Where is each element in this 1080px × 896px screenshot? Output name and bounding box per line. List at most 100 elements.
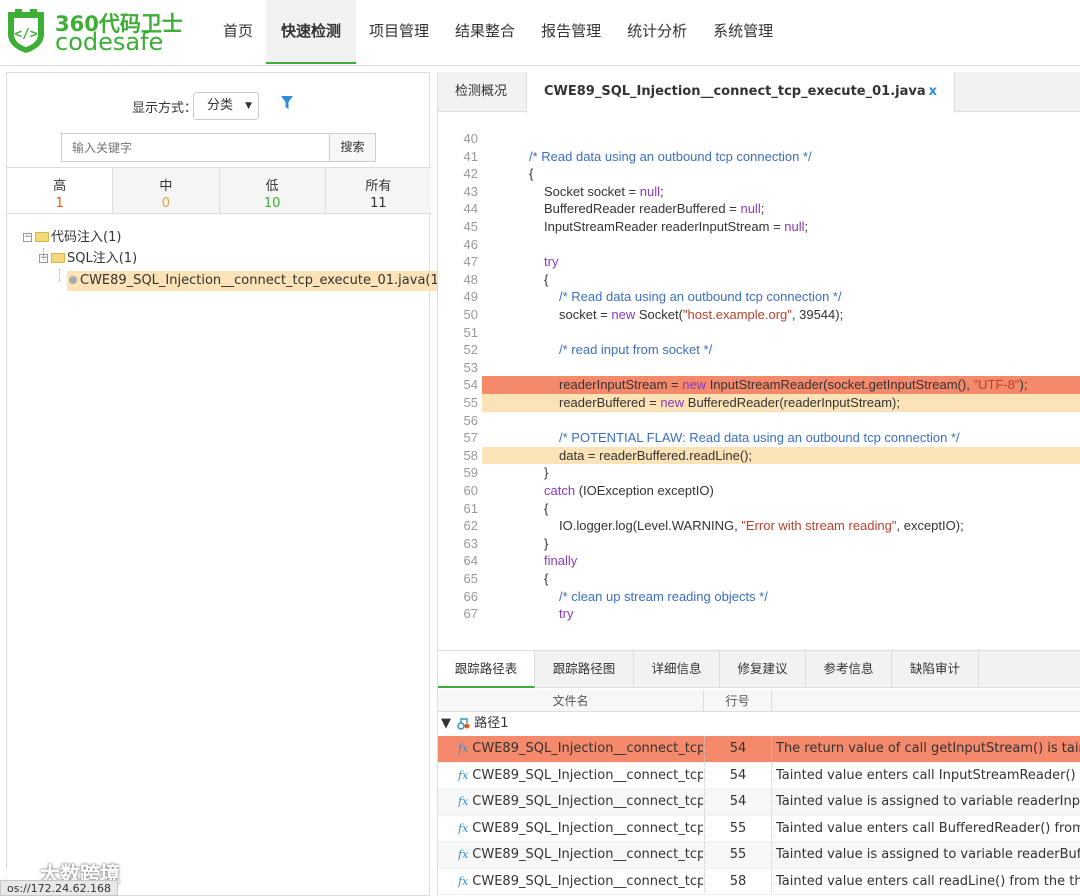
code-line: 46 [450, 236, 1080, 254]
code-line: 61 { [450, 500, 1080, 518]
collapse-toggle-icon[interactable]: − [39, 254, 48, 263]
collapse-toggle-icon[interactable]: − [23, 233, 32, 242]
severity-medium-label: 中 [159, 179, 173, 194]
search-bar: 搜索 [61, 133, 376, 162]
nav-projects[interactable]: 项目管理 [356, 0, 442, 64]
folder-icon [51, 252, 65, 263]
line-number: 48 [463, 271, 478, 287]
code-line: 62 IO.logger.log(Level.WARNING, "Error wi… [450, 517, 1080, 535]
line-number: 64 [463, 553, 478, 569]
nav-statistics[interactable]: 统计分析 [614, 0, 700, 64]
tab-trace-graph[interactable]: 跟踪路径图 [535, 651, 634, 688]
line-number: 62 [463, 518, 478, 534]
trace-file-text: CWE89_SQL_Injection__connect_tcp... [472, 820, 703, 836]
nav-system[interactable]: 系统管理 [700, 0, 786, 64]
tab-references[interactable]: 参考信息 [806, 651, 892, 688]
display-mode-select[interactable]: 分类 ▼ [193, 92, 259, 120]
severity-low-count: 10 [263, 196, 281, 211]
trace-desc-cell: Tainted value is assigned to variable re… [776, 847, 1080, 862]
code-text: /* read input from socket */ [559, 342, 713, 358]
trace-file-cell: fx CWE89_SQL_Injection__connect_tcp... [458, 842, 703, 868]
browser-status-url: os://172.24.62.168 [0, 880, 119, 896]
caret-down-icon: ▼ [245, 101, 252, 111]
trace-line-cell: 54 [704, 762, 772, 789]
tab-fix-advice[interactable]: 修复建议 [720, 651, 806, 688]
trace-line-cell: 55 [704, 815, 772, 842]
tab-severity-all[interactable]: 所有 11 [324, 168, 431, 213]
code-line: 51 [450, 324, 1080, 342]
tab-trace-table[interactable]: 跟踪路径表 [438, 651, 535, 688]
brand-name-en: codesafe [55, 28, 164, 56]
tab-details[interactable]: 详细信息 [634, 651, 720, 688]
expand-triangle-icon[interactable]: ▼ [441, 716, 451, 731]
trace-file-text: CWE89_SQL_Injection__connect_tcp... [472, 873, 703, 889]
tab-severity-medium[interactable]: 中 0 [112, 168, 219, 213]
line-number: 50 [463, 307, 478, 322]
brand-logo[interactable]: </> 360代码卫士 codesafe [5, 6, 183, 58]
path-group-row[interactable]: ▼ 路径1 [438, 712, 1080, 736]
severity-high-count: 1 [55, 196, 64, 211]
filter-icon[interactable] [280, 95, 294, 111]
tab-source-file[interactable]: CWE89_SQL_Injection__connect_tcp_execute… [526, 72, 955, 113]
severity-high-label: 高 [53, 179, 67, 194]
code-text: { [544, 571, 549, 586]
code-line: 58 data = readerBuffered.readLine(); [450, 446, 1080, 465]
line-number: 61 [463, 500, 478, 516]
code-line: 41 /* Read data using an outbound tcp con… [450, 148, 1080, 166]
line-number: 42 [463, 166, 478, 182]
tree-node-code-injection[interactable]: − 代码注入(1) [23, 228, 121, 248]
line-number: 56 [463, 412, 478, 428]
code-text: BufferedReader readerBuffered = null; [544, 201, 765, 217]
code-line: 47 try [450, 253, 1080, 271]
close-tab-icon[interactable]: x [929, 84, 937, 99]
keyword-search-input[interactable] [61, 133, 330, 162]
nav-results[interactable]: 结果整合 [442, 0, 528, 64]
line-number: 53 [463, 359, 478, 375]
code-line: 44 BufferedReader readerBuffered = null; [450, 200, 1080, 218]
trace-desc-cell: The return value of call getInputStream(… [776, 741, 1080, 756]
line-number: 46 [463, 236, 478, 252]
line-number: 49 [463, 289, 478, 305]
trace-row[interactable]: fx CWE89_SQL_Injection__connect_tcp... 55 T… [438, 842, 1080, 869]
folder-icon [35, 231, 49, 242]
line-number: 57 [463, 430, 478, 446]
code-text: /* Read data using an outbound tcp conne… [529, 148, 812, 164]
column-line-no[interactable]: 行号 [704, 690, 772, 712]
trace-row[interactable]: fx CWE89_SQL_Injection__connect_tcp... 54 T… [438, 762, 1080, 789]
nav-quick-scan[interactable]: 快速检测 [266, 0, 357, 64]
code-text: } [544, 535, 549, 551]
tab-overview[interactable]: 检测概况 [438, 72, 524, 112]
code-text: /* Read data using an outbound tcp conne… [559, 289, 842, 305]
tree-node-sql-injection[interactable]: − SQL注入(1) [39, 249, 137, 269]
trace-row[interactable]: fx CWE89_SQL_Injection__connect_tcp... 55 T… [438, 815, 1080, 842]
tab-defect-audit[interactable]: 缺陷审计 [892, 651, 979, 688]
tab-severity-high[interactable]: 高 1 [7, 168, 113, 213]
line-number: 60 [463, 483, 478, 498]
code-line: 42 { [450, 165, 1080, 183]
trace-file-cell: fx CWE89_SQL_Injection__connect_tcp... [458, 736, 703, 762]
code-text: data = readerBuffered.readLine(); [482, 446, 1080, 465]
code-text: IO.logger.log(Level.WARNING, "Error with… [559, 518, 964, 534]
nav-home[interactable]: 首页 [210, 0, 266, 64]
trace-row[interactable]: fx CWE89_SQL_Injection__connect_tcp... 58 T… [438, 868, 1080, 895]
tab-severity-low[interactable]: 低 10 [218, 168, 325, 213]
nav-reports[interactable]: 报告管理 [528, 0, 614, 64]
code-line: 65 { [450, 570, 1080, 588]
trace-row[interactable]: fx CWE89_SQL_Injection__connect_tcp... 54 T… [438, 736, 1080, 763]
column-file-name[interactable]: 文件名 [438, 690, 704, 712]
trace-row[interactable]: fx CWE89_SQL_Injection__connect_tcp... 54 T… [438, 789, 1080, 816]
column-description[interactable] [772, 690, 1080, 712]
code-line: 49 /* Read data using an outbound tcp con… [450, 288, 1080, 306]
tree-leaf-label: CWE89_SQL_Injection__connect_tcp_execute… [80, 273, 461, 288]
defect-dot-icon [69, 275, 77, 284]
display-mode-row: 显示方式： 分类 ▼ [7, 91, 429, 121]
code-text: try [544, 254, 559, 270]
display-mode-value: 分类 [207, 98, 234, 113]
source-code-viewer[interactable]: 40 41 /* Read data using an outbound tcp c… [450, 130, 1080, 626]
code-line: 57 /* POTENTIAL FLAW: Read data using an … [450, 429, 1080, 447]
code-line: 63} [450, 535, 1080, 553]
search-button[interactable]: 搜索 [329, 133, 376, 162]
tree-leaf-defect-file[interactable]: CWE89_SQL_Injection__connect_tcp_execute… [67, 271, 465, 291]
